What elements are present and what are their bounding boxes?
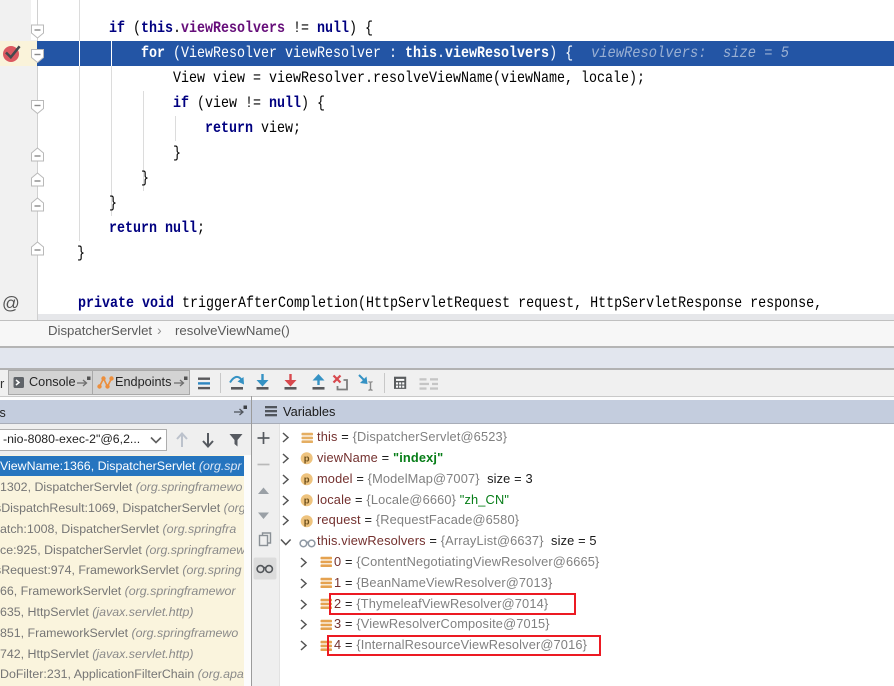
svg-text:p: p — [304, 496, 310, 507]
svg-text:p: p — [304, 475, 310, 486]
svg-text:p: p — [304, 454, 310, 465]
svg-text:p: p — [304, 516, 310, 527]
